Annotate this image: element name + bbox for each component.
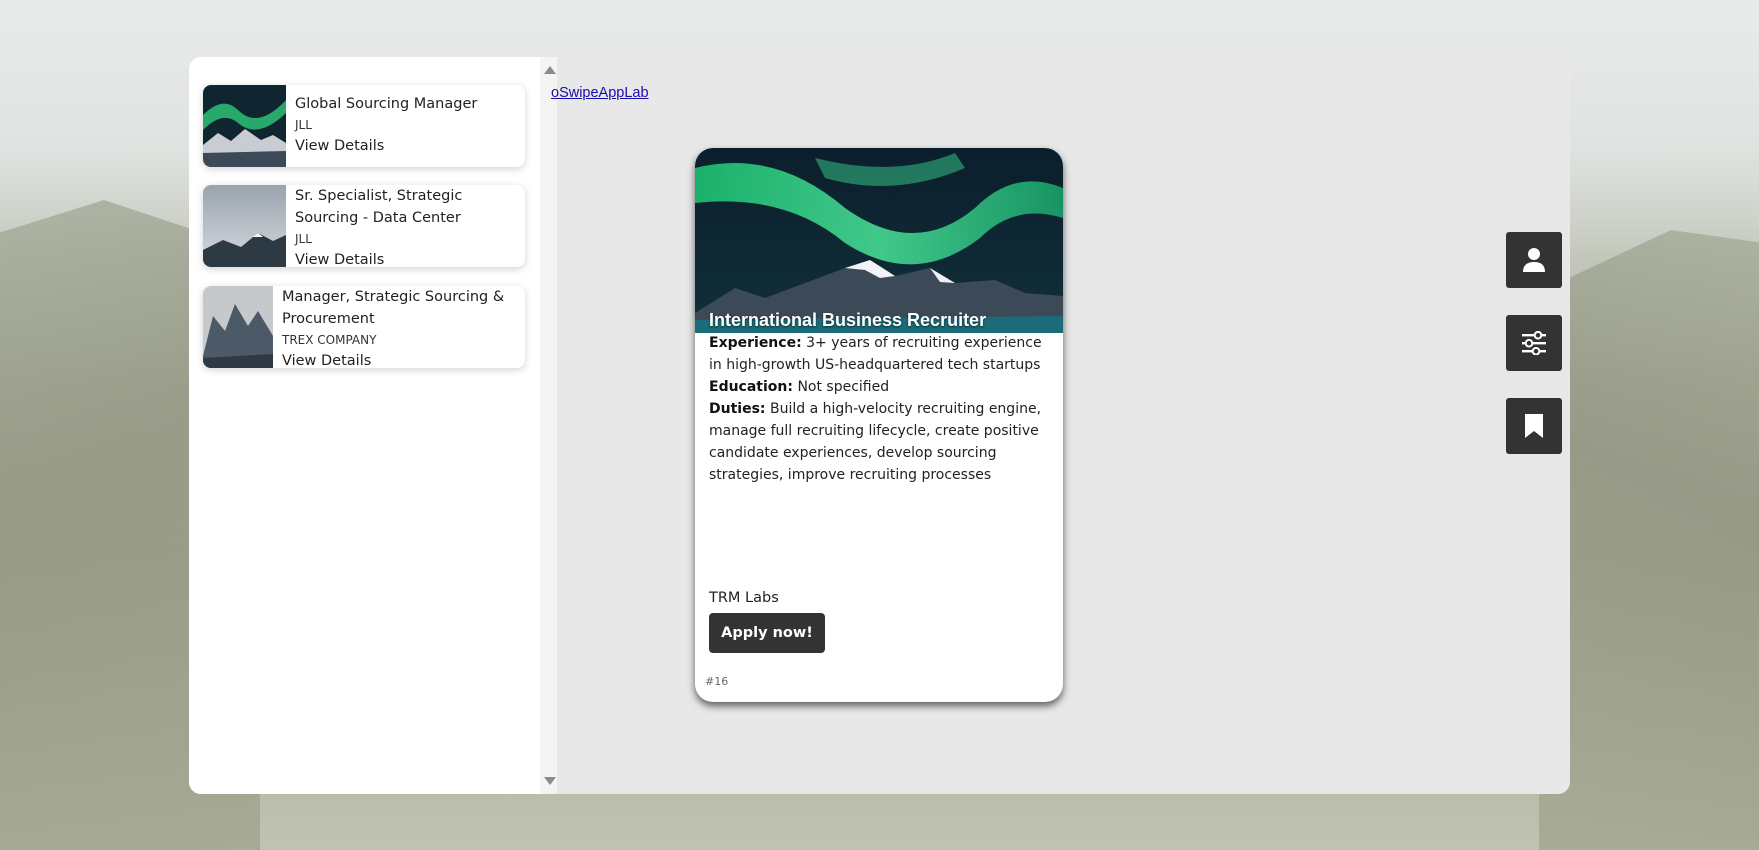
app-lab-link[interactable]: oSwipeAppLab — [551, 85, 649, 101]
job-company: JLL — [295, 232, 312, 246]
job-title: Manager, Strategic Sourcing & Procuremen… — [282, 289, 505, 327]
job-card[interactable]: Global Sourcing Manager JLL View Details — [203, 85, 525, 167]
bookmarks-button[interactable] — [1506, 398, 1562, 454]
experience-row: Experience: 3+ years of recruiting exper… — [709, 332, 1054, 376]
filters-button[interactable] — [1506, 315, 1562, 371]
job-company: JLL — [295, 118, 312, 132]
job-title: Global Sourcing Manager — [295, 96, 478, 112]
scroll-down-arrow-icon[interactable] — [544, 777, 556, 785]
aurora-thumbnail — [203, 85, 286, 167]
education-value: Not specified — [797, 379, 890, 395]
view-details-link[interactable]: View Details — [295, 249, 519, 267]
card-number: #16 — [705, 675, 729, 688]
duties-row: Duties: Build a high-velocity recruiting… — [709, 398, 1054, 486]
job-title: Sr. Specialist, Strategic Sourcing - Dat… — [295, 188, 463, 226]
duties-label: Duties: — [709, 401, 766, 417]
job-card[interactable]: Manager, Strategic Sourcing & Procuremen… — [203, 286, 525, 368]
job-company: TREX COMPANY — [282, 333, 377, 347]
bookmark-icon — [1525, 414, 1543, 438]
job-info: Global Sourcing Manager JLL View Details — [295, 93, 519, 157]
sliders-icon — [1522, 331, 1546, 355]
profile-button[interactable] — [1506, 232, 1562, 288]
aurora-card-image — [695, 148, 1063, 333]
apply-now-button[interactable]: Apply now! — [709, 613, 825, 653]
job-info: Sr. Specialist, Strategic Sourcing - Dat… — [295, 185, 519, 267]
rocky-peaks-thumbnail — [203, 286, 273, 368]
scroll-up-arrow-icon[interactable] — [544, 66, 556, 74]
view-details-link[interactable]: View Details — [282, 350, 519, 368]
misty-mountain-thumbnail — [203, 185, 286, 267]
education-label: Education: — [709, 379, 793, 395]
education-row: Education: Not specified — [709, 376, 1054, 398]
company-name: TRM Labs — [709, 590, 779, 606]
background-mountain-right — [1539, 230, 1759, 850]
job-info: Manager, Strategic Sourcing & Procuremen… — [282, 286, 519, 368]
view-details-link[interactable]: View Details — [295, 135, 519, 157]
job-swipe-card[interactable]: International Business Recruiter Experie… — [695, 148, 1063, 702]
job-description: Experience: 3+ years of recruiting exper… — [709, 332, 1054, 486]
experience-label: Experience: — [709, 335, 802, 351]
user-icon — [1523, 248, 1545, 272]
job-title: International Business Recruiter — [709, 310, 987, 330]
job-card[interactable]: Sr. Specialist, Strategic Sourcing - Dat… — [203, 185, 525, 267]
saved-jobs-sidebar: Global Sourcing Manager JLL View Details… — [189, 57, 557, 794]
sidebar-scrollbar[interactable] — [540, 57, 557, 794]
